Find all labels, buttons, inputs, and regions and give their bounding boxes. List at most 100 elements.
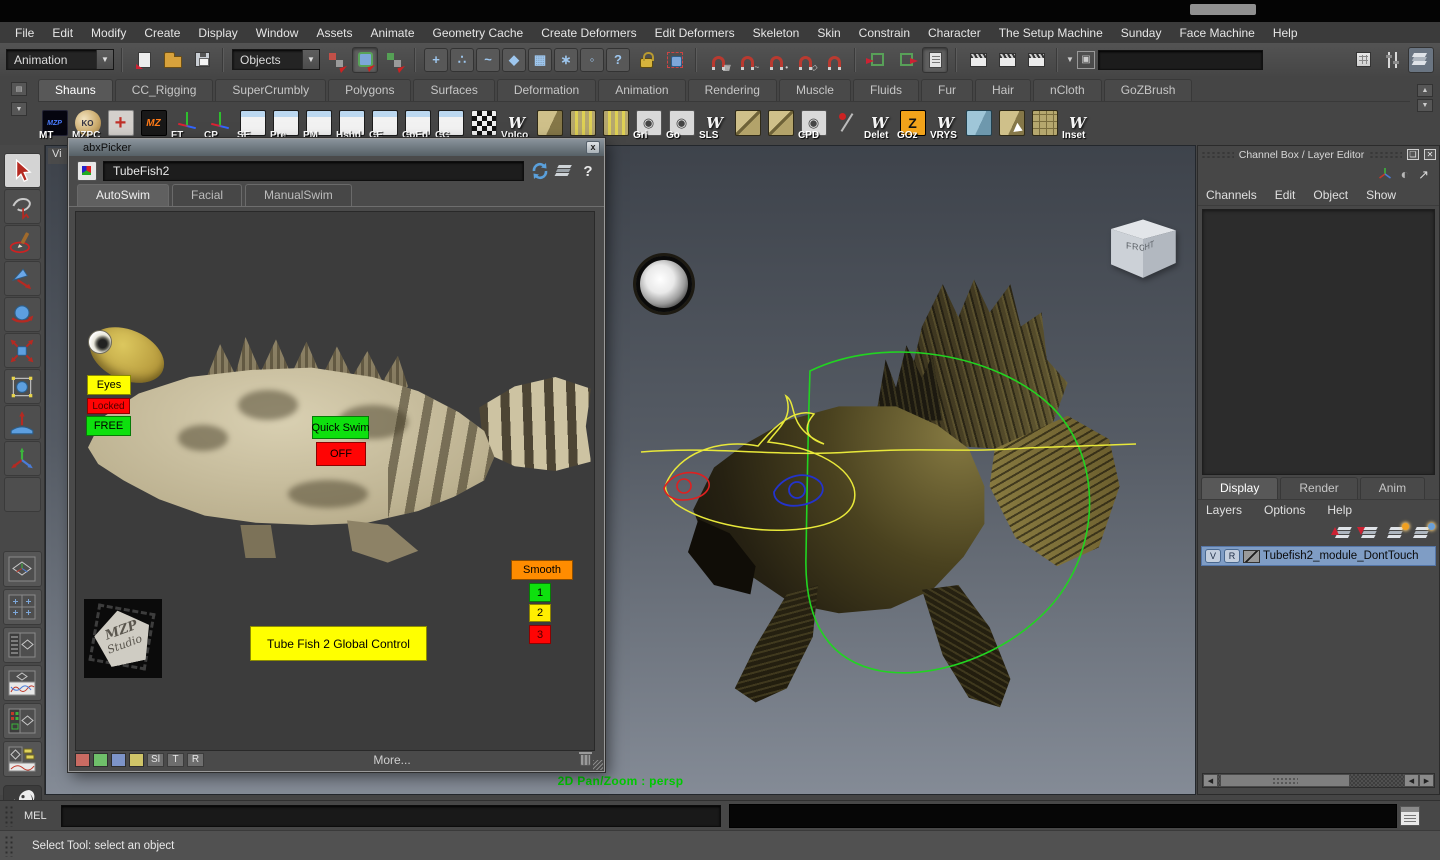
green-swatch-button[interactable] [93,752,108,767]
shelf-tab[interactable]: Surfaces [413,79,495,101]
shelf-item[interactable] [1028,104,1061,142]
select-by-name-icon[interactable]: ▣ [1076,50,1095,69]
shelf-menu-button[interactable]: ▤ [11,82,27,96]
snap-point-button[interactable]: • [763,47,789,73]
channel-list-area[interactable] [1202,209,1435,475]
input-connections-button[interactable] [864,47,890,73]
move-layer-down-icon[interactable] [1361,526,1379,539]
snap-grid-button[interactable]: ▦ [705,47,731,73]
smooth-2-button[interactable]: 2 [529,604,551,622]
menu-item[interactable]: The Setup Machine [990,23,1112,43]
shelf-item[interactable]: MZP MT [38,104,71,142]
render-view-button[interactable] [965,47,991,73]
picker-canvas[interactable]: Eyes Locked FREE Quick Swim OFF Smooth 1… [75,211,595,751]
snap-curve-button[interactable]: ~ [734,47,760,73]
select-misc-icon[interactable]: ? [606,47,630,72]
menu-item[interactable]: Help [1264,23,1307,43]
select-mode-button[interactable]: Sl [147,752,164,767]
lock-selection-button[interactable] [633,47,659,73]
abxpicker-tab[interactable]: AutoSwim [77,184,170,206]
shelf-item[interactable]: MZ [137,104,170,142]
scrollbar-thumb[interactable] [1220,774,1350,787]
layer-visibility-toggle[interactable]: V [1205,549,1221,563]
manipulator-icon[interactable] [1378,167,1392,181]
menu-item[interactable]: Create [135,23,189,43]
red-swatch-button[interactable] [75,752,90,767]
global-control-button[interactable]: Tube Fish 2 Global Control [250,626,427,661]
abxpicker-tab[interactable]: ManualSwim [245,184,352,206]
abxpicker-titlebar[interactable]: abxPicker x [69,139,604,156]
channel-box-menu-item[interactable]: Channels [1206,186,1267,204]
shelf-item[interactable]: CC [434,104,467,142]
shelf-tab[interactable]: nCloth [1033,79,1102,101]
shelf-item[interactable]: PM [302,104,335,142]
character-name-field[interactable]: TubeFish2 [103,161,524,181]
hypergraph-persp-layout-button[interactable] [2,703,42,739]
shelf-item[interactable] [533,104,566,142]
fish-model[interactable] [636,256,1156,726]
menu-item[interactable]: Edit [43,23,82,43]
show-manipulator-tool-button[interactable] [3,441,41,476]
layer-render-toggle[interactable]: R [1224,549,1240,563]
select-component-button[interactable] [381,47,407,73]
select-deformations-icon[interactable]: ∗ [554,47,578,72]
shelf-tab[interactable]: Hair [975,79,1032,101]
panel-grip-dots[interactable] [1201,151,1234,158]
panel-grip-dots[interactable] [1369,151,1402,158]
menu-item[interactable]: Window [247,23,308,43]
save-scene-button[interactable] [189,47,215,73]
panel-float-button[interactable]: ❏ [1407,149,1419,160]
blue-swatch-button[interactable] [111,752,126,767]
toggle-channel-box-button[interactable] [1350,47,1376,73]
script-editor-icon[interactable] [1399,805,1420,826]
yellow-swatch-button[interactable] [129,752,144,767]
menu-item[interactable]: Animate [361,23,423,43]
new-layer-from-selected-icon[interactable] [1413,522,1435,539]
four-pane-layout-button[interactable] [2,589,42,625]
ipr-render-button[interactable] [1023,47,1049,73]
panel-close-button[interactable]: ✕ [1424,149,1436,160]
shelf-tab[interactable]: Animation [598,79,686,101]
chevron-down-icon[interactable]: ▼ [302,50,319,69]
shelf-item[interactable] [467,104,500,142]
rotate-mode-button[interactable]: R [187,752,204,767]
menu-item[interactable]: Character [919,23,990,43]
shelf-item[interactable] [995,104,1028,142]
menuset-selector[interactable]: Animation ▼ [6,49,114,70]
shelf-item[interactable]: W Delet [863,104,896,142]
single-pane-layout-button[interactable] [2,551,42,587]
selection-mask-selector[interactable]: Objects ▼ [232,49,320,70]
layer-color-swatch[interactable] [1243,549,1260,563]
shelf-tab[interactable]: GoZBrush [1103,79,1193,101]
shelf-item[interactable]: W Inset [1061,104,1094,142]
shelf-item[interactable]: W VpIco [500,104,533,142]
display-layer-row[interactable]: V R Tubefish2_module_DontTouch [1201,546,1436,566]
smooth-3-button[interactable]: 3 [529,625,551,644]
layer-editor-menu-item[interactable]: Help [1327,503,1352,517]
shelf-tab[interactable]: Rendering [687,79,777,101]
output-connections-button[interactable] [893,47,919,73]
rig-control-curves[interactable] [636,256,1156,726]
scroll-left-button-2[interactable]: ◀ [1404,774,1419,787]
scroll-right-button[interactable]: ▶ [1419,774,1434,787]
select-hulls-icon[interactable]: ▦ [528,47,552,72]
persp-hypershade-layout-button[interactable] [2,741,42,777]
trash-icon[interactable] [579,751,592,766]
menu-item[interactable]: Constrain [850,23,919,43]
menu-item[interactable]: Skin [808,23,849,43]
mel-input-field[interactable] [60,804,721,827]
universal-manipulator-tool-button[interactable] [3,369,41,404]
menu-item[interactable]: Edit Deformers [646,23,744,43]
layer-editor-tab[interactable]: Render [1280,477,1358,499]
viewport-menu-clipped[interactable]: Vi [48,148,68,164]
shelf-item[interactable] [830,104,863,142]
window-resize-grip[interactable] [593,760,603,770]
scroll-left-button[interactable]: ◀ [1203,774,1218,787]
shelf-tab[interactable]: SuperCrumbly [215,79,327,101]
smooth-1-button[interactable]: 1 [529,583,551,602]
menu-item[interactable]: Assets [307,23,361,43]
shelf-tab[interactable]: Fluids [852,79,919,101]
channel-box-menu-item[interactable]: Object [1313,186,1358,204]
quick-swim-button[interactable]: Quick Swim [311,416,370,439]
scale-tool-button[interactable] [3,333,41,368]
